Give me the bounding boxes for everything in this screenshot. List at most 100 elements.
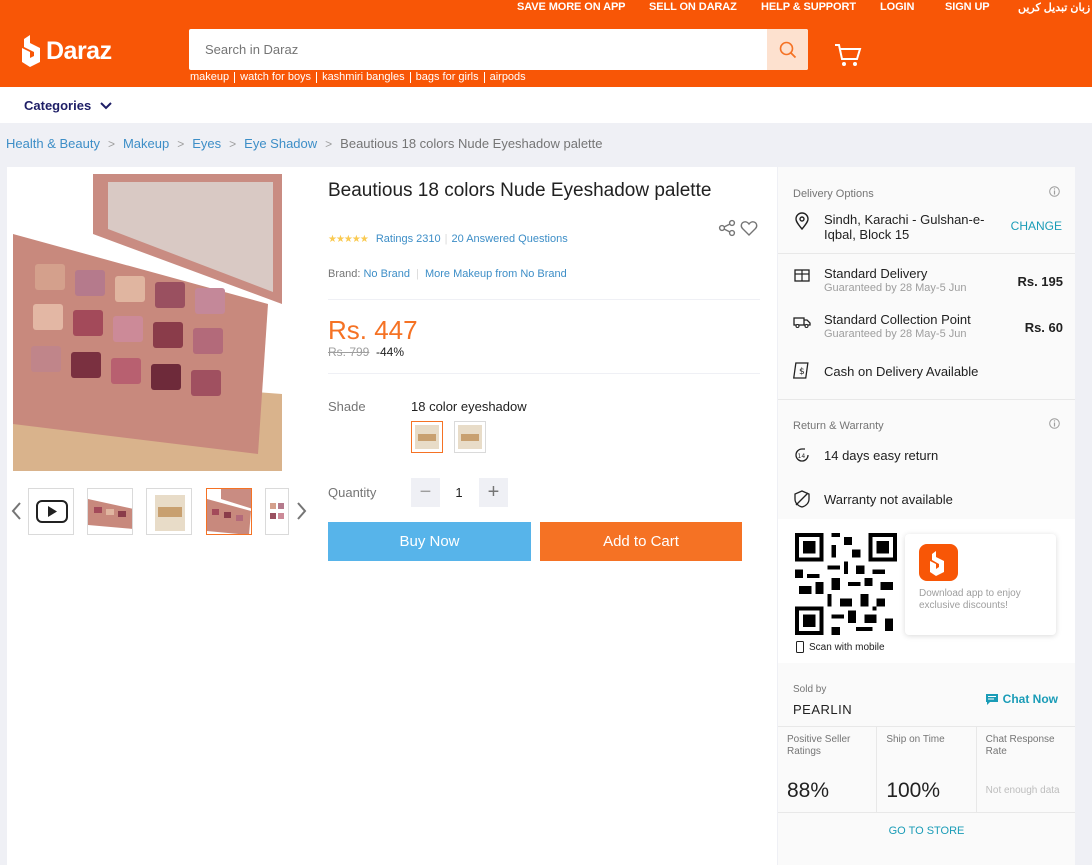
seller-name[interactable]: PEARLIN <box>793 702 852 717</box>
language-switch-link[interactable]: زبان تبدیل کریں <box>1018 1 1090 14</box>
add-to-cart-button[interactable]: Add to Cart <box>540 522 742 561</box>
thumbnail-image[interactable] <box>87 488 133 535</box>
scan-with-mobile: Scan with mobile <box>796 641 885 653</box>
chevron-left-icon[interactable] <box>10 501 24 521</box>
palette-thumbnail-icon <box>266 489 288 534</box>
wishlist-heart-icon[interactable] <box>740 219 758 237</box>
header: SAVE MORE ON APP SELL ON DARAZ HELP & SU… <box>0 0 1092 87</box>
sold-by-label: Sold by <box>793 684 827 695</box>
cash-icon: $ <box>793 362 809 379</box>
brand-row: Brand: No Brand | More Makeup from No Br… <box>328 268 567 280</box>
delivery-options-heading: Delivery Options <box>793 188 874 200</box>
delivery-option-eta: Guaranteed by 28 May-5 Jun <box>824 328 967 340</box>
info-icon[interactable] <box>1049 186 1060 197</box>
suggestion-link[interactable]: watch for boys <box>234 72 316 83</box>
breadcrumb-link[interactable]: Eyes <box>192 136 221 151</box>
share-icon[interactable] <box>718 219 736 237</box>
cart-icon[interactable] <box>834 42 862 68</box>
logo-text: Daraz <box>46 36 112 65</box>
suggestion-link[interactable]: kashmiri bangles <box>316 72 410 83</box>
shade-swatch-icon <box>458 425 482 449</box>
rating-row: ★★★★★ Ratings 2310 | 20 Answered Questio… <box>328 233 568 245</box>
location-text: Sindh, Karachi - Gulshan-e-Iqbal, Block … <box>824 212 985 242</box>
divider <box>328 373 760 374</box>
suggestion-link[interactable]: bags for girls <box>409 72 484 83</box>
thumbnail-image-selected[interactable] <box>206 488 252 535</box>
breadcrumb-link[interactable]: Eye Shadow <box>244 136 317 151</box>
categories-menu[interactable]: Categories <box>24 98 112 113</box>
breadcrumb-current: Beautious 18 colors Nude Eyeshadow palet… <box>340 136 603 151</box>
delivery-option-name: Standard Delivery <box>824 266 928 281</box>
easy-return-row: 14 14 days easy return <box>793 446 1063 466</box>
shade-swatch-icon <box>415 425 439 449</box>
buy-now-button[interactable]: Buy Now <box>328 522 531 561</box>
quantity-increase-button[interactable]: + <box>479 478 508 507</box>
stat-value: Not enough data <box>985 785 1060 796</box>
search-input[interactable] <box>189 29 767 70</box>
quantity-decrease-button[interactable]: − <box>411 478 440 507</box>
chat-icon <box>985 693 998 705</box>
search-button[interactable] <box>767 29 808 70</box>
shade-label: Shade <box>328 399 366 414</box>
cash-on-delivery: $ Cash on Delivery Available <box>793 362 1063 382</box>
seller-stat-positive-ratings: Positive Seller Ratings 88% <box>778 727 876 812</box>
help-support-link[interactable]: HELP & SUPPORT <box>761 1 856 13</box>
signup-link[interactable]: SIGN UP <box>945 1 990 13</box>
thumbnail-image[interactable] <box>265 488 289 535</box>
app-promo-card[interactable]: Download app to enjoy exclusive discount… <box>905 534 1056 635</box>
chat-now-button[interactable]: Chat Now <box>985 692 1058 706</box>
return-14-days-icon: 14 <box>795 448 809 462</box>
divider: | <box>444 233 448 245</box>
suggestion-link[interactable]: makeup <box>190 72 234 83</box>
delivery-location: Sindh, Karachi - Gulshan-e-Iqbal, Block … <box>793 212 1063 242</box>
quantity-label: Quantity <box>328 485 377 500</box>
package-icon <box>794 269 810 282</box>
brand-label: Brand: <box>328 268 361 280</box>
qr-code-icon[interactable] <box>795 533 897 635</box>
shade-option[interactable] <box>454 421 486 453</box>
breadcrumb: Health & Beauty > Makeup > Eyes > Eye Sh… <box>6 136 603 151</box>
cod-text: Cash on Delivery Available <box>824 364 979 379</box>
product-title: Beautious 18 colors Nude Eyeshadow palet… <box>328 180 712 201</box>
stat-value: 100% <box>886 779 941 802</box>
play-video-icon <box>36 500 68 523</box>
ratings-link[interactable]: Ratings 2310 <box>376 233 441 245</box>
go-to-store-link[interactable]: GO TO STORE <box>778 825 1075 837</box>
divider <box>778 253 1075 254</box>
breadcrumb-link[interactable]: Makeup <box>123 136 169 151</box>
login-link[interactable]: LOGIN <box>880 1 914 13</box>
palette-thumbnail-icon <box>207 489 251 534</box>
suggestion-link[interactable]: airpods <box>483 72 531 83</box>
thumbnail-image[interactable] <box>146 488 192 535</box>
change-location-link[interactable]: CHANGE <box>1011 219 1062 233</box>
stat-value: 88% <box>787 779 830 802</box>
sell-on-daraz-link[interactable]: SELL ON DARAZ <box>649 1 737 13</box>
chevron-right-icon[interactable] <box>294 501 308 521</box>
category-bar: Categories <box>0 87 1092 123</box>
shade-value: 18 color eyeshadow <box>411 399 527 414</box>
chat-now-label: Chat Now <box>1002 692 1058 706</box>
stat-label: Positive Seller Ratings <box>787 734 851 757</box>
stat-label: Chat Response Rate <box>985 734 1055 757</box>
info-icon[interactable] <box>1049 418 1060 429</box>
daraz-logo[interactable]: Daraz <box>22 35 112 67</box>
quantity-value[interactable]: 1 <box>454 485 464 500</box>
divider <box>778 399 1075 400</box>
brand-link[interactable]: No Brand <box>363 268 409 280</box>
divider: | <box>416 268 419 280</box>
chevron-right-icon: > <box>107 136 115 151</box>
save-more-on-app-link[interactable]: SAVE MORE ON APP <box>517 1 626 13</box>
delivery-option-price: Rs. 195 <box>1017 274 1063 289</box>
breadcrumb-link[interactable]: Health & Beauty <box>6 136 100 151</box>
seller-stats: Positive Seller Ratings 88% Ship on Time… <box>778 726 1075 813</box>
video-thumbnail[interactable] <box>28 488 74 535</box>
more-from-brand-link[interactable]: More Makeup from No Brand <box>425 268 567 280</box>
svg-text:14: 14 <box>798 453 806 460</box>
daraz-app-icon <box>919 544 958 581</box>
chevron-right-icon: > <box>229 136 237 151</box>
shade-option-selected[interactable] <box>411 421 443 453</box>
eyeshadow-palette-image <box>13 174 282 471</box>
product-main-image[interactable] <box>13 174 282 471</box>
answered-questions-link[interactable]: 20 Answered Questions <box>452 233 568 245</box>
box-thumbnail-icon <box>147 489 191 534</box>
